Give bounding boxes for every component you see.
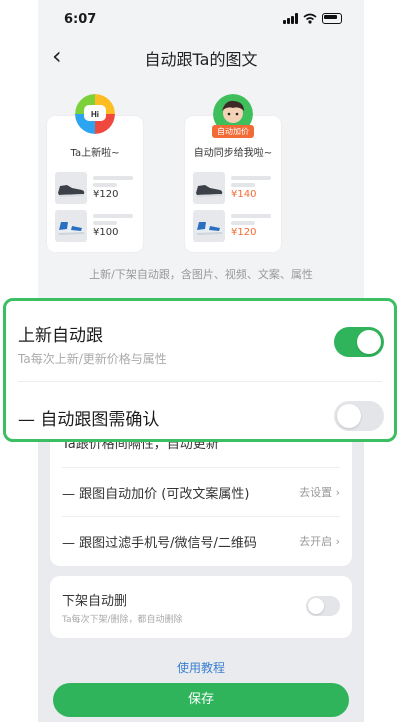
signal-icon <box>283 13 298 24</box>
svg-text:Hi: Hi <box>91 110 99 119</box>
auto-follow-new-toggle[interactable] <box>334 327 384 357</box>
auto-follow-new-label: 上新自动跟 <box>18 326 103 346</box>
card-title: Ta上新啦~ <box>70 148 120 159</box>
confirm-required-toggle[interactable] <box>334 401 384 431</box>
text-placeholder <box>231 176 271 180</box>
row-label: — 跟图过滤手机号/微信号/二维码 <box>62 536 257 551</box>
status-time: 6:07 <box>64 12 97 27</box>
settings-row-markup[interactable]: — 跟图自动加价 (可改文案属性) 去设置 › <box>50 468 352 516</box>
product-price: ¥100 <box>93 227 119 238</box>
preview-card-source: Hi Ta上新啦~ ¥120 ¥100 <box>47 94 143 252</box>
auto-markup-badge: 自动加价 <box>212 125 254 138</box>
text-placeholder <box>93 214 133 218</box>
text-placeholder <box>231 183 255 187</box>
text-placeholder <box>93 176 133 180</box>
shoe-image-blue <box>55 210 87 242</box>
divider <box>18 381 382 382</box>
preview-caption: 上新/下架自动跟，含图片、视频、文案、属性 <box>89 268 313 281</box>
status-bar: 6:07 <box>38 6 364 32</box>
text-placeholder <box>93 221 117 225</box>
wifi-icon <box>303 13 317 24</box>
battery-icon <box>322 13 342 24</box>
delist-section: 下架自动删 Ta每次下架/删除，都自动删除 <box>50 576 352 638</box>
product-price-marked-up: ¥140 <box>231 189 257 200</box>
text-placeholder <box>93 183 117 187</box>
delist-label: 下架自动删 <box>62 594 128 609</box>
page-title: 自动跟Ta的图文 <box>144 50 258 69</box>
text-placeholder <box>231 221 255 225</box>
text-placeholder <box>231 214 271 218</box>
product-price-marked-up: ¥120 <box>231 227 257 238</box>
product-price: ¥120 <box>93 189 119 200</box>
delist-sublabel: Ta每次下架/删除，都自动删除 <box>62 615 183 625</box>
card-title: 自动同步给我啦~ <box>193 148 273 159</box>
shoe-image-dark <box>193 172 225 204</box>
shoe-image-blue <box>193 210 225 242</box>
settings-row-filter[interactable]: — 跟图过滤手机号/微信号/二维码 去开启 › <box>50 517 352 565</box>
confirm-required-label: — 自动跟图需确认 <box>18 410 160 430</box>
shoe-image-dark <box>55 172 87 204</box>
nav-bar: ‹ 自动跟Ta的图文 <box>38 40 364 72</box>
tutorial-link[interactable]: 使用教程 <box>38 659 364 676</box>
delist-toggle[interactable] <box>306 596 340 616</box>
go-setting-link[interactable]: 去设置 › <box>299 484 340 500</box>
status-icons <box>283 13 342 24</box>
row-label: — 跟图自动加价 (可改文案属性) <box>62 487 250 502</box>
save-button[interactable]: 保存 <box>53 683 349 717</box>
go-enable-link[interactable]: 去开启 › <box>299 533 340 549</box>
highlight-panel: 上新自动跟 Ta每次上新/更新价格与属性 — 自动跟图需确认 <box>3 298 397 442</box>
auto-follow-new-sublabel: Ta每次上新/更新价格与属性 <box>18 352 167 366</box>
app-logo-icon: Hi <box>75 94 115 134</box>
